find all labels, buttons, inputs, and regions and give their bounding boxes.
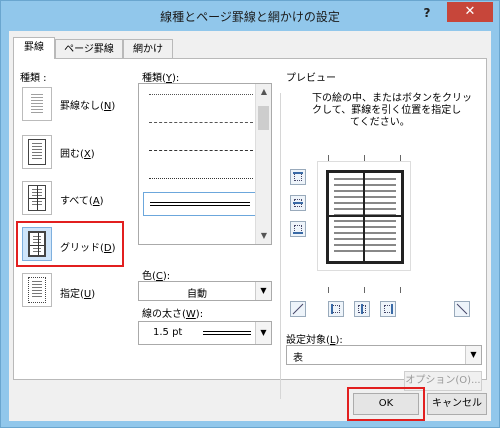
apply-to-label: 設定対象(L): [286,335,343,346]
style-option-dash-dot[interactable] [149,150,253,151]
scroll-up-icon[interactable]: ▲ [259,87,269,97]
inside-horizontal-toggle-icon[interactable] [290,195,306,211]
column-divider [280,93,281,399]
setting-heading: 種類 : [20,73,47,84]
right-border-toggle-icon[interactable] [380,301,396,317]
preview-instruction-3: てください。 [350,117,410,128]
width-sample-line [203,331,251,335]
box-border-icon[interactable] [22,135,52,169]
style-option-dash-dot-dot[interactable] [149,178,253,179]
ok-highlight-box [347,387,425,421]
tab-page-border[interactable]: ページ罫線 [55,39,123,59]
line-width-dropdown[interactable]: 1.5 pt ▼ [138,321,272,345]
color-label: 色(C): [142,271,171,282]
color-value: 自動 [187,289,207,300]
top-border-toggle-icon[interactable] [290,169,306,185]
custom-border-icon[interactable] [22,273,52,307]
diagonal-up-toggle-icon[interactable] [454,301,470,317]
chevron-down-icon[interactable]: ▼ [255,322,271,344]
color-dropdown[interactable]: 自動 ▼ [138,281,272,301]
setting-label-custom[interactable]: 指定(U) [60,285,95,300]
setting-label-all[interactable]: すべて(A) [60,192,104,207]
no-border-icon[interactable] [22,87,52,121]
all-borders-icon[interactable] [22,181,52,215]
style-option-double-selected[interactable] [143,192,257,216]
style-label: 種類(Y): [142,73,180,84]
close-button[interactable]: ✕ [447,2,493,22]
dialog-body: 罫線 ページ罫線 網かけ 種類 : 罫線なし(N) 囲む(X) すべて(A) グ… [9,31,491,421]
width-value: 1.5 pt [153,327,183,338]
apply-to-value: 表 [293,353,303,364]
width-label: 線の太さ(W): [142,309,204,320]
style-option-dashed[interactable] [149,122,253,123]
tab-panel: 種類 : 罫線なし(N) 囲む(X) すべて(A) グリッド(D) 指定(U) … [13,58,487,399]
tab-borders[interactable]: 罫線 [13,37,55,59]
style-list-scrollbar[interactable]: ▲ ▼ [255,84,271,244]
chevron-down-icon[interactable]: ▼ [465,346,481,364]
title-bar: 線種とページ罫線と網かけの設定 ? ✕ [1,1,499,31]
dialog-window: 線種とページ罫線と網かけの設定 ? ✕ 罫線 ページ罫線 網かけ 種類 : 罫線… [0,0,500,428]
setting-label-none[interactable]: 罫線なし(N) [60,97,115,112]
bottom-border-toggle-icon[interactable] [290,221,306,237]
help-button[interactable]: ? [419,6,435,22]
tab-shading[interactable]: 網かけ [123,39,173,59]
diagonal-down-toggle-icon[interactable] [290,301,306,317]
style-option-dotted[interactable] [149,94,253,95]
chevron-down-icon[interactable]: ▼ [255,282,271,300]
scroll-down-icon[interactable]: ▼ [259,231,269,241]
line-style-list[interactable]: ▲ ▼ [138,83,272,245]
apply-to-dropdown[interactable]: 表 ▼ [286,345,482,365]
inside-vertical-toggle-icon[interactable] [354,301,370,317]
preview-diagram[interactable] [317,161,411,271]
scroll-thumb[interactable] [258,106,269,130]
cancel-button[interactable]: キャンセル [427,393,487,415]
grid-highlight-box [16,221,124,267]
preview-heading: プレビュー [286,73,336,84]
setting-label-box[interactable]: 囲む(X) [60,145,95,160]
left-border-toggle-icon[interactable] [328,301,344,317]
